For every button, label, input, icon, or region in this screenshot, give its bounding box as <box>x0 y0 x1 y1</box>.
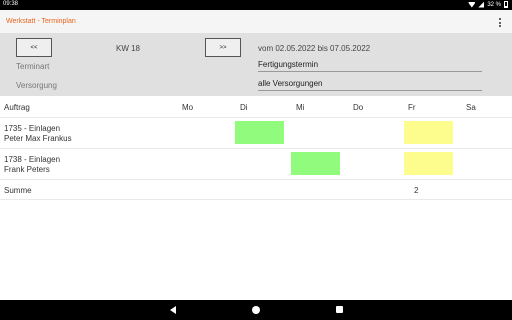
next-week-button[interactable]: >> <box>205 38 241 57</box>
battery-icon <box>504 1 508 8</box>
app-window: Werkstatt - Terminplan << KW 18 >> vom 0… <box>0 10 512 300</box>
header-sa: Sa <box>466 103 476 112</box>
slot-block-mi[interactable] <box>291 152 340 175</box>
header-fr: Fr <box>408 103 416 112</box>
versorgung-field[interactable]: alle Versorgungen <box>258 79 482 91</box>
table-row[interactable]: 1738 - Einlagen Frank Peters <box>0 149 512 180</box>
nav-back-icon[interactable] <box>170 306 176 314</box>
nav-recents-icon[interactable] <box>336 306 343 313</box>
summary-label: Summe <box>4 186 32 195</box>
battery-percent: 32 % <box>487 1 501 8</box>
filter-panel: << KW 18 >> vom 02.05.2022 bis 07.05.202… <box>0 34 512 96</box>
overflow-menu-icon[interactable] <box>499 18 502 27</box>
header-mi: Mi <box>296 103 305 112</box>
date-range: vom 02.05.2022 bis 07.05.2022 <box>258 44 371 53</box>
table-row[interactable]: 1735 - Einlagen Peter Max Frankus <box>0 118 512 149</box>
slot-block-fr[interactable] <box>404 121 453 144</box>
order-title: 1738 - Einlagen <box>4 155 61 164</box>
status-bar: 09:38 32 % <box>0 0 512 10</box>
app-title: Werkstatt - Terminplan <box>6 18 76 25</box>
app-toolbar: Werkstatt - Terminplan <box>0 10 512 34</box>
terminart-label: Terminart <box>16 62 50 71</box>
terminart-field[interactable]: Fertigungstermin <box>258 60 482 72</box>
order-customer: Peter Max Frankus <box>4 134 72 143</box>
header-auftrag: Auftrag <box>4 103 30 112</box>
signal-icon <box>478 1 485 8</box>
slot-block-di[interactable] <box>235 121 284 144</box>
versorgung-label: Versorgung <box>16 81 57 90</box>
header-di: Di <box>240 103 248 112</box>
order-title: 1735 - Einlagen <box>4 124 61 133</box>
week-label: KW 18 <box>116 44 141 53</box>
status-time: 09:38 <box>3 1 19 7</box>
order-customer: Frank Peters <box>4 165 50 174</box>
wifi-icon <box>468 1 476 8</box>
header-do: Do <box>353 103 364 112</box>
slot-block-fr[interactable] <box>404 152 453 175</box>
summary-row: Summe 2 <box>0 180 512 200</box>
summary-fr-value: 2 <box>414 186 419 195</box>
system-nav-bar <box>0 300 512 320</box>
nav-home-icon[interactable] <box>252 306 260 314</box>
table-header: Auftrag Mo Di Mi Do Fr Sa <box>0 96 512 118</box>
header-mo: Mo <box>182 103 194 112</box>
prev-week-button[interactable]: << <box>16 38 52 57</box>
schedule-table: Auftrag Mo Di Mi Do Fr Sa 1735 - Einlage… <box>0 96 512 200</box>
